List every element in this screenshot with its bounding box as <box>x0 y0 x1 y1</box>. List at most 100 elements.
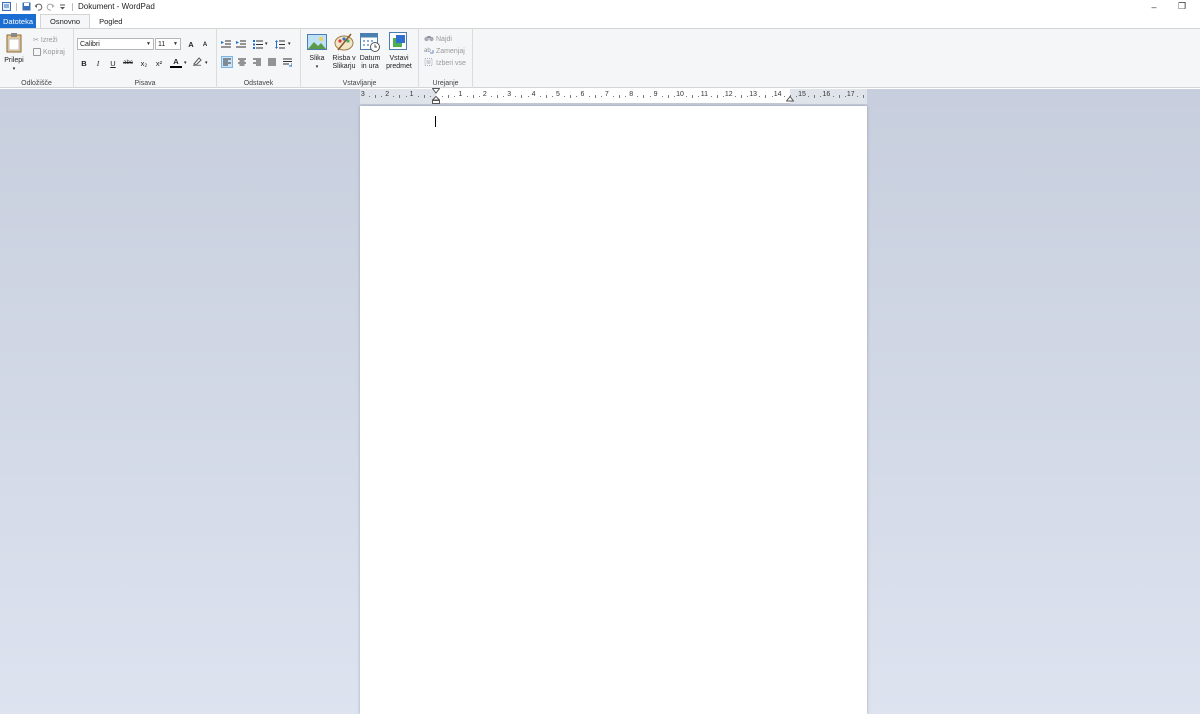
tab-view[interactable]: Pogled <box>94 14 127 28</box>
font-size-select[interactable]: 11 ▼ <box>155 38 181 50</box>
save-icon[interactable] <box>22 2 31 11</box>
paint-drawing-button[interactable]: Risba v Slikarju <box>331 32 357 71</box>
object-label-1: Vstavi <box>389 55 409 62</box>
ruler-tick <box>734 96 736 97</box>
hanging-indent-icon[interactable] <box>431 95 441 106</box>
ruler-tick <box>478 96 480 97</box>
ruler-tick <box>472 95 474 98</box>
customize-dropdown-icon[interactable] <box>58 2 67 11</box>
ruler-tick <box>466 96 468 97</box>
highlight-button[interactable] <box>191 56 203 68</box>
chevron-down-icon: ▼ <box>146 41 151 47</box>
insert-object-button[interactable]: Vstavi predmet <box>385 32 413 71</box>
paragraph-settings-icon[interactable] <box>281 56 293 68</box>
subscript-button[interactable]: x₂ <box>138 57 150 69</box>
ruler-tick <box>503 96 505 97</box>
ruler-tick <box>442 96 444 97</box>
ruler-tick <box>551 96 553 97</box>
ruler-tick <box>692 95 694 98</box>
ruler-tick <box>417 96 419 97</box>
ruler-tick <box>795 96 797 97</box>
decrease-indent-icon[interactable] <box>220 38 232 50</box>
ruler-tick <box>814 95 816 98</box>
align-right-icon[interactable] <box>251 56 263 68</box>
chevron-down-icon: ▾ <box>315 64 319 70</box>
cut-button[interactable]: ✂ Izreži <box>33 34 65 46</box>
grow-font-button[interactable]: A <box>185 38 197 50</box>
paste-label: Prilepi <box>4 57 24 64</box>
ruler-number: 9 <box>653 91 658 98</box>
ruler-number: 6 <box>580 91 585 98</box>
align-center-icon[interactable] <box>236 56 248 68</box>
text-caret <box>435 116 436 127</box>
strikethrough-button[interactable]: abc <box>122 57 134 69</box>
insert-picture-button[interactable]: Slika ▾ <box>306 32 328 71</box>
underline-button[interactable]: U <box>107 57 119 69</box>
font-family-select[interactable]: Calibri ▼ <box>77 38 154 50</box>
increase-indent-icon[interactable] <box>235 38 247 50</box>
select-all-icon <box>424 58 434 68</box>
ruler-tick <box>771 96 773 97</box>
undo-icon[interactable] <box>34 2 43 11</box>
superscript-button[interactable]: x² <box>153 57 165 69</box>
ruler-tick <box>661 96 663 97</box>
copy-button[interactable]: Kopiraj <box>33 46 65 58</box>
ruler-tick <box>710 96 712 97</box>
datetime-label-1: Datum <box>359 55 381 62</box>
paragraph-group: ▾ ▾ Odstavek <box>217 29 301 88</box>
chevron-down-icon: ▾ <box>184 60 187 66</box>
redo-icon[interactable] <box>46 2 55 11</box>
replace-label: Zamenjaj <box>436 47 465 55</box>
ruler-tick <box>820 96 822 97</box>
ruler-tick <box>454 96 456 97</box>
ruler-tick <box>716 95 718 98</box>
ruler-tick <box>722 96 724 97</box>
minimize-button[interactable]: – <box>1144 0 1164 13</box>
copy-label: Kopiraj <box>43 48 65 56</box>
paste-button[interactable]: Prilepi ▾ <box>4 32 24 73</box>
bullet-list-icon[interactable] <box>252 38 264 50</box>
line-spacing-icon[interactable] <box>274 38 286 50</box>
ruler-number: 2 <box>385 91 390 98</box>
ruler-tick <box>759 96 761 97</box>
text-color-button[interactable]: A <box>170 56 182 68</box>
ruler-tick <box>521 95 523 98</box>
ruler-tick <box>545 95 547 98</box>
replace-button[interactable]: ab Zamenjaj <box>424 45 466 57</box>
insert-datetime-button[interactable]: Datum in ura <box>359 32 381 71</box>
ruler-tick <box>838 95 840 98</box>
window-title: Dokument - WordPad <box>78 2 155 11</box>
object-label-2: predmet <box>386 63 412 70</box>
align-left-icon[interactable] <box>221 56 233 68</box>
ruler-number: 12 <box>724 91 733 98</box>
bold-button[interactable]: B <box>78 57 90 69</box>
ruler-tick <box>863 95 864 98</box>
ruler-tick <box>747 96 749 97</box>
ruler-number: 14 <box>773 91 782 98</box>
italic-button[interactable]: I <box>92 57 104 69</box>
picture-icon <box>307 32 327 55</box>
ruler-tick <box>405 96 407 97</box>
select-all-button[interactable]: Izberi vse <box>424 57 466 69</box>
ruler-tick <box>564 96 566 97</box>
document-page[interactable] <box>360 106 867 714</box>
shrink-font-button[interactable]: A <box>199 39 211 51</box>
ruler-tick <box>576 96 578 97</box>
ruler-tick <box>765 95 767 98</box>
ruler-tick <box>698 96 700 97</box>
find-button[interactable]: Najdi <box>424 33 466 45</box>
chevron-down-icon: ▼ <box>173 41 178 47</box>
justify-icon[interactable] <box>266 56 278 68</box>
wordpad-app-icon[interactable] <box>2 2 11 11</box>
horizontal-ruler[interactable]: 3 2 1 1 2 3 4 5 6 7 8 9 10 11 12 13 14 15 16 17 <box>360 88 867 106</box>
right-indent-icon[interactable] <box>785 95 795 104</box>
font-group: Calibri ▼ 11 ▼ A A B I U abc x₂ x² A ▾ ▾… <box>74 29 217 88</box>
tab-file[interactable]: Datoteka <box>0 14 37 28</box>
tab-home[interactable]: Osnovno <box>40 14 91 28</box>
ruler-tick <box>527 96 529 97</box>
ruler-tick <box>368 96 370 97</box>
ruler-number: 10 <box>676 91 684 98</box>
scissors-icon: ✂ <box>33 37 39 44</box>
find-label: Najdi <box>436 35 452 43</box>
restore-button[interactable]: ❒ <box>1172 0 1192 13</box>
